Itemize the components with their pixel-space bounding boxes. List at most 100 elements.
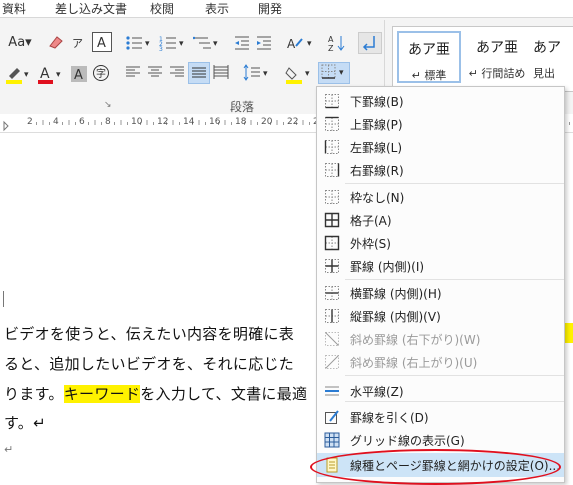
tab-view[interactable]: 表示 <box>205 0 229 17</box>
shading-button[interactable]: ▾ <box>284 64 314 90</box>
svg-text:▾: ▾ <box>305 69 310 79</box>
view-gridlines-icon <box>324 432 340 448</box>
menu-item-draw-table[interactable]: 罫線を引く(D) <box>317 405 564 429</box>
multilevel-list-button[interactable]: ▾ <box>192 34 222 58</box>
paragraph-group-label: 段落 <box>230 100 255 114</box>
menu-item-right-border[interactable]: 右罫線(R) <box>317 158 564 182</box>
ruler-number: 22 <box>287 117 299 127</box>
svg-text:A: A <box>40 66 50 82</box>
increase-indent-button[interactable] <box>254 34 274 58</box>
menu-item-icon <box>324 212 340 228</box>
align-right-icon <box>170 66 184 77</box>
tab-developer[interactable]: 開発 <box>258 0 282 17</box>
change-case-button[interactable]: Aa▾ <box>4 34 36 52</box>
sort-button[interactable]: AZ <box>328 34 346 58</box>
menu-item-icon <box>324 331 340 347</box>
menu-item-top-border[interactable]: 上罫線(P) <box>317 112 564 136</box>
highlighter-icon: ▾ <box>6 68 29 84</box>
menu-item-label: 縦罫線 (内側)(V) <box>350 310 441 324</box>
menu-item-icon <box>324 409 340 425</box>
character-shading-icon[interactable]: A <box>70 64 88 88</box>
style-preview: あア亜 <box>408 42 450 58</box>
style-preview: あア <box>533 40 561 56</box>
menu-item-label: グリッド線の表示(G) <box>350 434 465 448</box>
justify-button[interactable] <box>188 62 210 84</box>
menu-item-label: 斜め罫線 (右下がり)(W) <box>350 333 481 347</box>
font-dialog-launcher-icon[interactable]: ↘ <box>104 100 112 110</box>
enclosed-char-icon: 字 <box>93 65 109 81</box>
menu-item-all-borders[interactable]: 格子(A) <box>317 208 564 232</box>
menu-item-icon <box>324 116 340 132</box>
document-line: ります。キーワードを入力して、文書に最適 <box>4 383 307 404</box>
decrease-indent-button[interactable] <box>232 34 252 58</box>
menu-item-label: 罫線 (内側)(I) <box>350 260 425 274</box>
tab-review[interactable]: 校閲 <box>150 0 174 17</box>
menu-item-inside-horizontal-border[interactable]: 横罫線 (内側)(H) <box>317 281 564 305</box>
bullets-icon: ▾ <box>126 36 150 50</box>
ruler-number: 20 <box>261 117 273 127</box>
style-heading[interactable]: あア 見出 <box>533 31 573 83</box>
text-cursor <box>3 291 4 307</box>
asian-layout-button[interactable]: A ▾ <box>286 34 316 58</box>
highlight-color-button[interactable]: ▾ <box>4 64 32 90</box>
menu-item-no-border[interactable]: 枠なし(N) <box>317 185 564 209</box>
menu-item-outside-borders[interactable]: 外枠(S) <box>317 231 564 255</box>
line-spacing-button[interactable]: ▾ <box>242 64 272 88</box>
tab-mailings[interactable]: 差し込み文書 <box>55 0 127 17</box>
tab-references[interactable]: 資料 <box>2 0 26 17</box>
ruler-number: 16 <box>209 117 221 127</box>
ruler-number: 14 <box>183 117 195 127</box>
menu-item-label: 外枠(S) <box>350 237 391 251</box>
menu-item-icon <box>324 354 340 370</box>
style-name: ↵ 標準 <box>411 69 447 82</box>
svg-text:Z: Z <box>328 44 334 52</box>
no-border-icon <box>325 190 339 204</box>
menu-item-icon <box>324 383 340 399</box>
menu-separator <box>345 375 564 376</box>
diagonal-up-border-icon <box>325 355 339 369</box>
menu-item-inside-borders[interactable]: 罫線 (内側)(I) <box>317 254 564 278</box>
svg-text:字: 字 <box>96 67 106 80</box>
menu-item-label: 下罫線(B) <box>350 95 404 109</box>
horizontal-line-icon <box>325 386 339 396</box>
bullets-button[interactable]: ▾ <box>124 34 154 58</box>
ruler-number: 8 <box>105 117 111 127</box>
paragraph-mark: ↵ <box>4 443 14 456</box>
ruler-number: 10 <box>131 117 143 127</box>
align-right-button[interactable] <box>168 64 186 86</box>
menu-item-horizontal-line[interactable]: 水平線(Z) <box>317 379 564 403</box>
numbering-button[interactable]: 1 2 3 ▾ <box>158 34 188 58</box>
paragraph-mark-icon <box>362 36 375 51</box>
bottom-border-icon <box>325 94 339 109</box>
style-preview: あア亜 <box>476 40 518 56</box>
enclose-characters-icon[interactable]: 字 <box>92 64 110 88</box>
menu-item-label: 斜め罫線 (右上がり)(U) <box>350 356 478 370</box>
menu-item-icon <box>324 308 340 324</box>
eraser-icon <box>49 36 63 49</box>
character-border-icon[interactable]: A <box>92 32 112 52</box>
svg-text:▾: ▾ <box>213 39 218 49</box>
font-color-button[interactable]: A ▾ <box>36 64 66 90</box>
menu-item-diagonal-down-border: 斜め罫線 (右下がり)(W) <box>317 327 564 351</box>
borders-button[interactable]: ▾ <box>318 62 350 84</box>
align-left-button[interactable] <box>124 64 142 86</box>
distributed-icon <box>213 65 229 79</box>
asian-layout-icon: A ▾ <box>287 37 312 51</box>
right-border-icon <box>325 163 340 177</box>
menu-item-label: 上罫線(P) <box>350 118 403 132</box>
highlight-annotation-ellipse <box>310 449 561 485</box>
menu-item-left-border[interactable]: 左罫線(L) <box>317 135 564 159</box>
distributed-button[interactable] <box>212 64 230 86</box>
style-normal[interactable]: あア亜 ↵ 標準 <box>397 31 461 83</box>
style-no-spacing[interactable]: あア亜 ↵ 行間詰め <box>465 31 529 83</box>
menu-item-bottom-border[interactable]: 下罫線(B) <box>317 89 564 113</box>
align-center-button[interactable] <box>146 64 164 86</box>
menu-item-inside-vertical-border[interactable]: 縦罫線 (内側)(V) <box>317 304 564 328</box>
menu-item-label: 枠なし(N) <box>350 191 405 205</box>
menu-item-label: 水平線(Z) <box>350 385 404 399</box>
clear-formatting-icon[interactable] <box>46 34 66 56</box>
show-formatting-marks-button[interactable] <box>358 32 382 54</box>
shaded-a-icon: A <box>71 66 87 83</box>
phonetic-guide-icon[interactable]: ア <box>70 34 88 56</box>
ruler-number: 6 <box>79 117 85 127</box>
